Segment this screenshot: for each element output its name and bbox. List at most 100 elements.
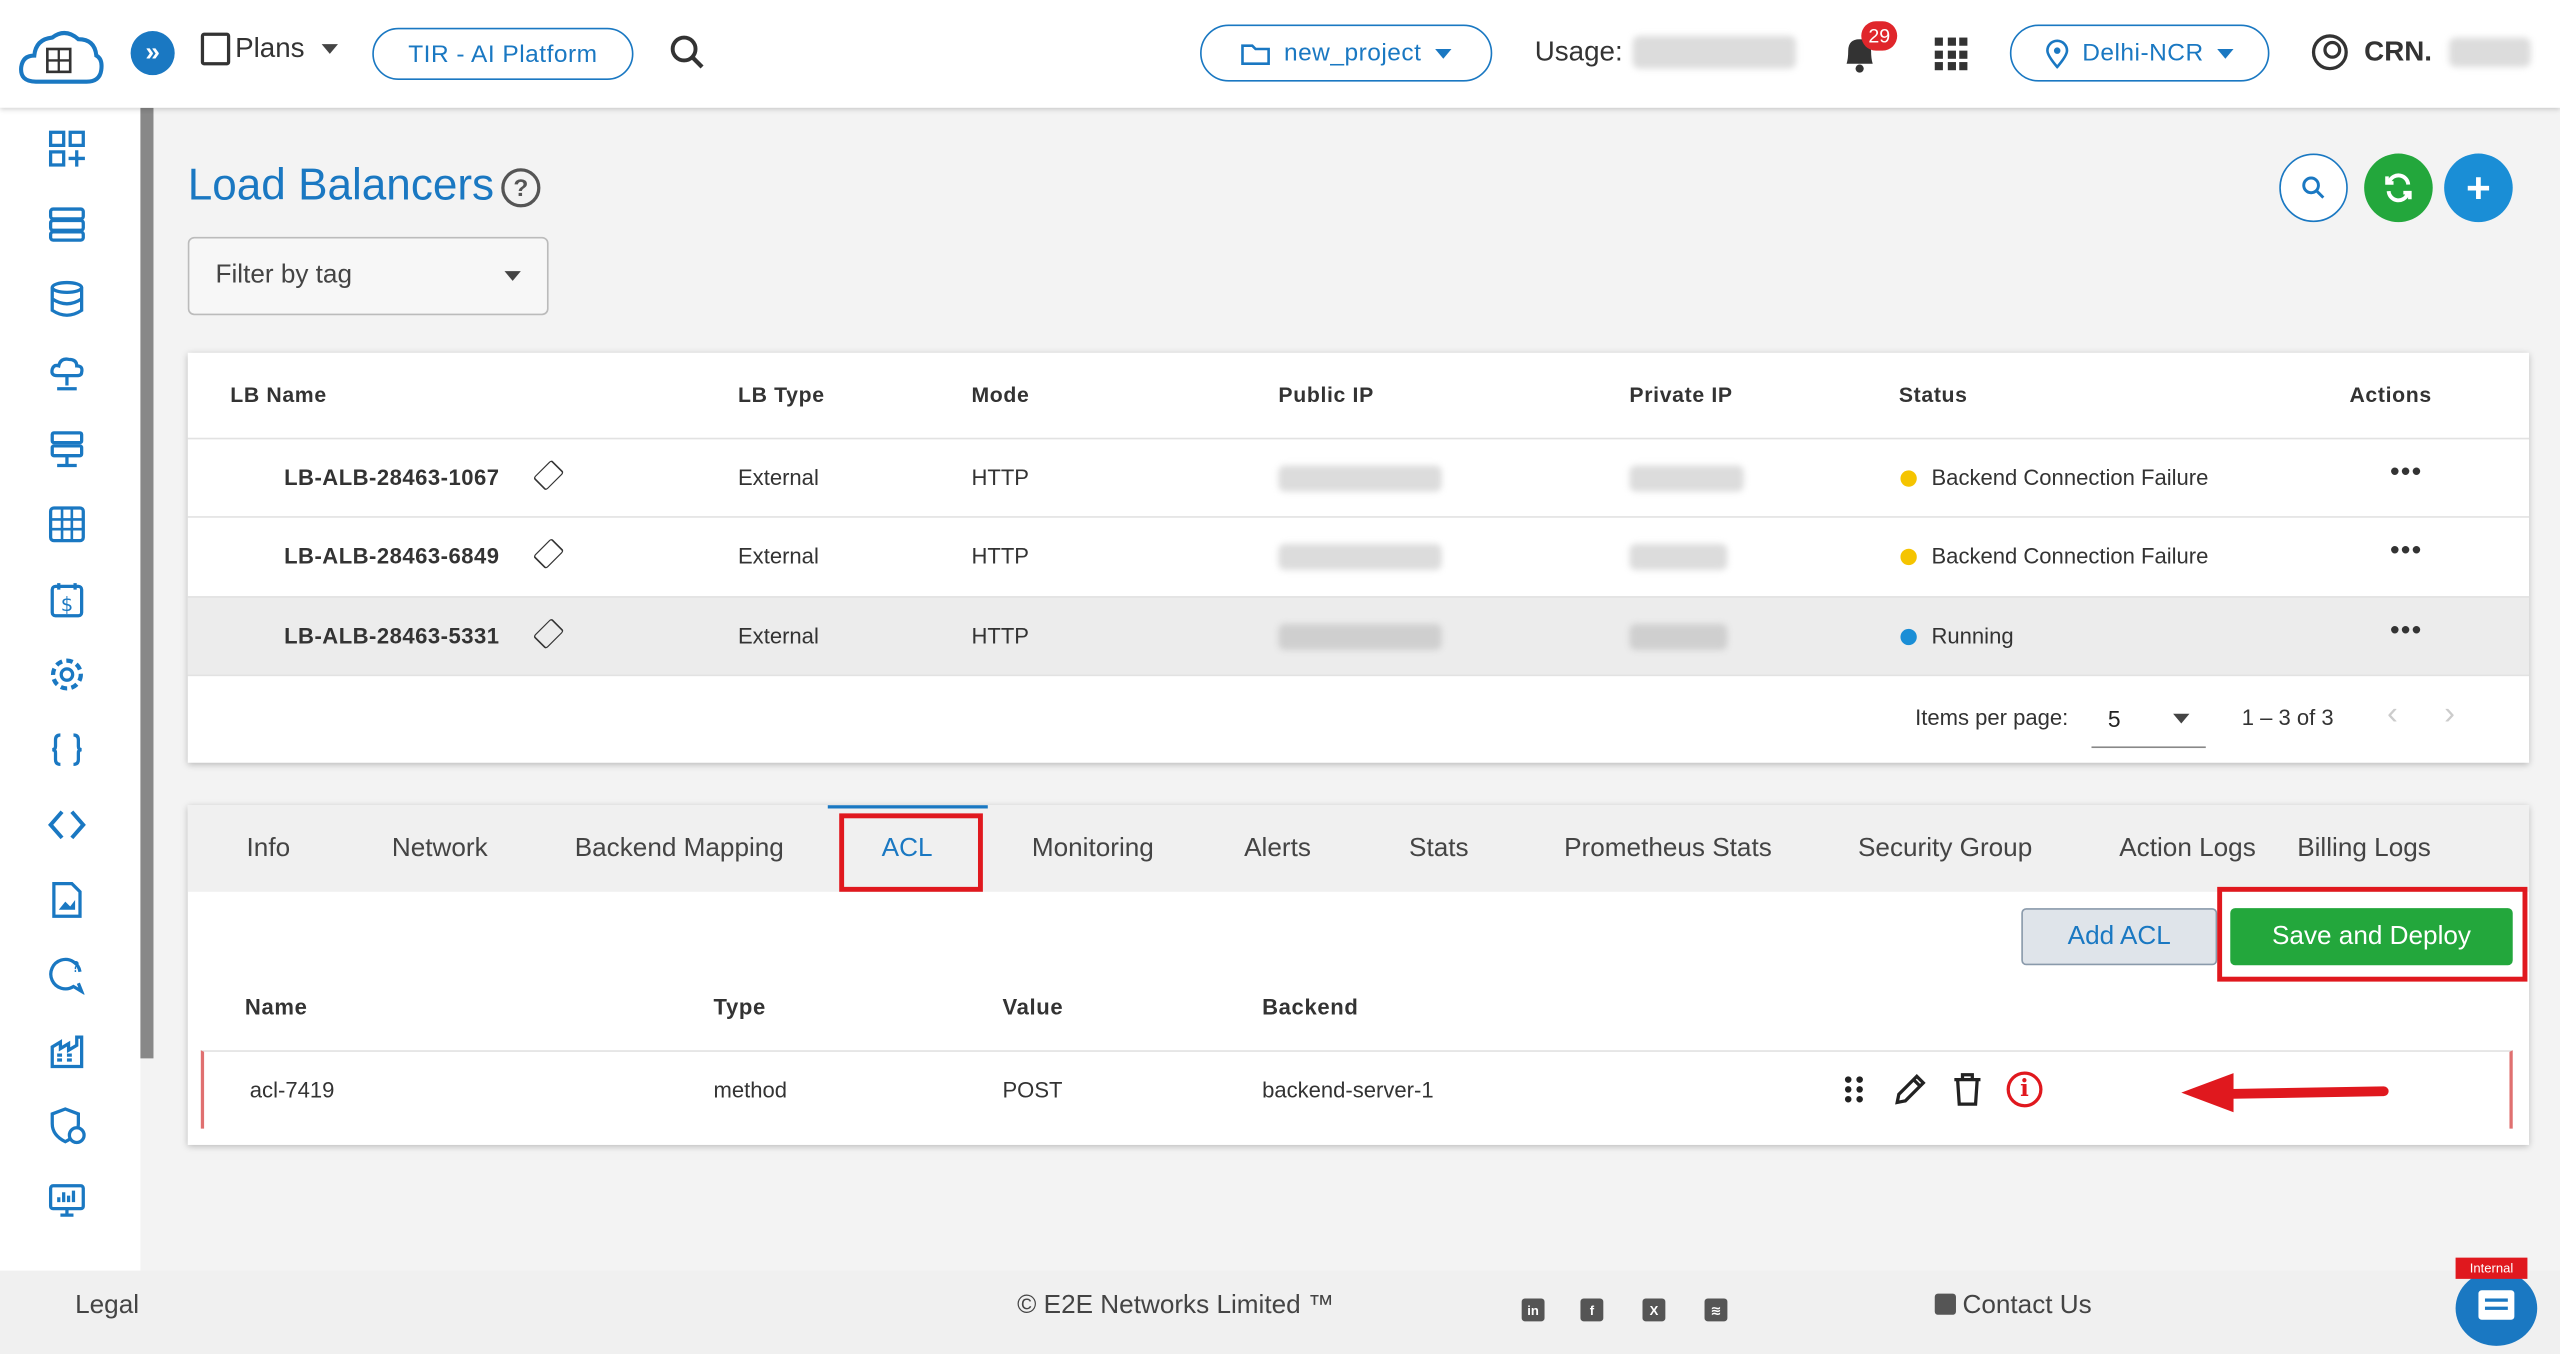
status-text: Running (1931, 623, 2014, 649)
row-actions-icon[interactable]: ••• (2390, 537, 2422, 566)
public-ip-redacted (1278, 465, 1442, 492)
chevron-down-icon (504, 271, 521, 281)
expand-sidebar-button[interactable]: » (130, 31, 175, 76)
lb-name[interactable]: LB-ALB-28463-6849 (284, 544, 499, 568)
apps-grid-icon[interactable] (1934, 37, 1968, 71)
column-header: Mode (971, 382, 1030, 407)
lb-mode: HTTP (971, 465, 1030, 490)
contact-us-link[interactable]: Contact Us (1934, 1292, 2092, 1321)
usage-value-redacted (1632, 35, 1796, 69)
acl-type: method (713, 1077, 788, 1103)
row-actions-icon[interactable]: ••• (2390, 459, 2422, 488)
region-label: Delhi-NCR (2082, 39, 2204, 67)
code-braces-icon[interactable] (46, 728, 88, 770)
location-pin-icon (2046, 38, 2069, 68)
acl-column-header: Value (1002, 994, 1064, 1020)
tab-alerts[interactable]: Alerts (1244, 835, 1311, 864)
rss-icon[interactable]: ≋ (1704, 1298, 1728, 1322)
project-label: new_project (1283, 39, 1422, 67)
lb-table-card: LB Name LB Type Mode Public IP Private I… (187, 352, 2530, 763)
settings-icon[interactable] (46, 653, 88, 695)
edit-name-icon[interactable] (532, 459, 565, 491)
tab-monitoring[interactable]: Monitoring (1032, 835, 1154, 864)
facebook-icon[interactable]: f (1580, 1298, 1604, 1322)
edit-pencil-icon[interactable] (1891, 1070, 1930, 1109)
edit-name-icon[interactable] (532, 618, 565, 650)
row-actions-icon[interactable]: ••• (2390, 617, 2422, 646)
acl-name: acl-7419 (249, 1077, 335, 1103)
user-circle-icon (2311, 34, 2348, 71)
cloud-network-icon[interactable] (46, 353, 88, 395)
items-per-page-select[interactable]: 5 (2091, 689, 2206, 749)
tab-security-group[interactable]: Security Group (1858, 835, 2032, 864)
add-lb-button[interactable]: + (2444, 153, 2513, 223)
tab-backend-mapping[interactable]: Backend Mapping (575, 835, 784, 864)
svg-text:$: $ (61, 593, 73, 616)
public-ip-redacted (1278, 543, 1442, 571)
delete-trash-icon[interactable] (1948, 1070, 1987, 1109)
database-icon[interactable] (46, 278, 88, 320)
load-balancer-icon[interactable] (46, 428, 88, 470)
linkedin-icon[interactable]: in (1521, 1298, 1545, 1322)
search-lb-button[interactable] (2279, 153, 2348, 223)
filter-by-tag-select[interactable]: Filter by tag (187, 236, 549, 316)
lb-name[interactable]: LB-ALB-28463-1067 (284, 465, 499, 489)
info-icon[interactable]: i (2005, 1070, 2044, 1109)
legal-link[interactable]: Legal (75, 1292, 139, 1321)
organization-icon[interactable] (46, 1029, 88, 1071)
dashboard-add-icon[interactable] (46, 127, 88, 169)
tab-stats[interactable]: Stats (1409, 835, 1469, 864)
security-shield-icon[interactable] (46, 1104, 88, 1146)
x-twitter-icon[interactable]: X (1642, 1298, 1666, 1322)
code-brackets-icon[interactable] (46, 804, 88, 846)
grid-icon[interactable] (46, 503, 88, 545)
plans-menu[interactable]: Plans (200, 32, 338, 66)
prev-page-icon[interactable]: ‹ (2387, 696, 2398, 734)
drag-handle-icon[interactable] (1834, 1070, 1873, 1109)
lb-name[interactable]: LB-ALB-28463-5331 (284, 624, 499, 648)
private-ip-redacted (1629, 543, 1728, 571)
billing-icon[interactable]: $ (46, 578, 88, 620)
column-header: LB Type (737, 382, 825, 407)
search-icon[interactable] (668, 33, 707, 72)
table-row[interactable]: LB-ALB-28463-6849 External HTTP Backend … (187, 516, 2530, 594)
tir-platform-button[interactable]: TIR - AI Platform (372, 27, 634, 81)
tab-network[interactable]: Network (392, 835, 488, 864)
lb-type: External (737, 623, 819, 649)
active-tab-indicator (827, 805, 988, 809)
help-icon[interactable]: ? (501, 168, 541, 208)
acl-row[interactable]: acl-7419 method POST backend-server-1 i (200, 1050, 2513, 1129)
next-page-icon[interactable]: › (2444, 696, 2455, 734)
tab-info[interactable]: Info (247, 835, 291, 864)
table-row[interactable]: LB-ALB-28463-1067 External HTTP Backend … (187, 437, 2530, 516)
filter-label: Filter by tag (215, 261, 352, 290)
usage-label: Usage: (1534, 35, 1623, 67)
e2e-logo[interactable] (16, 23, 104, 92)
tab-prometheus-stats[interactable]: Prometheus Stats (1564, 835, 1772, 864)
sidebar-scrollbar[interactable] (140, 107, 154, 1059)
tab-billing-logs[interactable]: Billing Logs (2297, 835, 2431, 864)
chat-icon (2478, 1290, 2515, 1320)
phone-icon (1934, 1293, 1956, 1315)
region-selector[interactable]: Delhi-NCR (2009, 24, 2270, 82)
edit-name-icon[interactable] (532, 537, 565, 570)
save-and-deploy-button[interactable]: Save and Deploy (2230, 908, 2513, 966)
tab-action-logs[interactable]: Action Logs (2119, 835, 2256, 864)
items-per-page-label: Items per page: (1915, 705, 2069, 731)
refresh-button[interactable] (2364, 153, 2433, 223)
lb-mode: HTTP (971, 623, 1030, 649)
chevron-down-icon (320, 44, 338, 54)
acl-column-header: Backend (1262, 994, 1359, 1020)
top-bar: » Plans TIR - AI Platform new_project Us… (0, 0, 2560, 108)
add-acl-button[interactable]: Add ACL (2021, 908, 2218, 966)
monitor-icon[interactable] (46, 1179, 88, 1221)
file-image-icon[interactable] (46, 879, 88, 921)
folder-icon (1241, 43, 1271, 65)
table-row[interactable]: LB-ALB-28463-5331 External HTTP Running … (187, 596, 2530, 675)
lb-type: External (737, 465, 819, 490)
column-header: Private IP (1629, 382, 1733, 407)
server-icon[interactable] (46, 203, 88, 245)
support-chat-icon[interactable]: ? (46, 954, 88, 996)
project-selector[interactable]: new_project (1200, 24, 1493, 82)
account-menu[interactable]: CRN. (2311, 34, 2530, 71)
